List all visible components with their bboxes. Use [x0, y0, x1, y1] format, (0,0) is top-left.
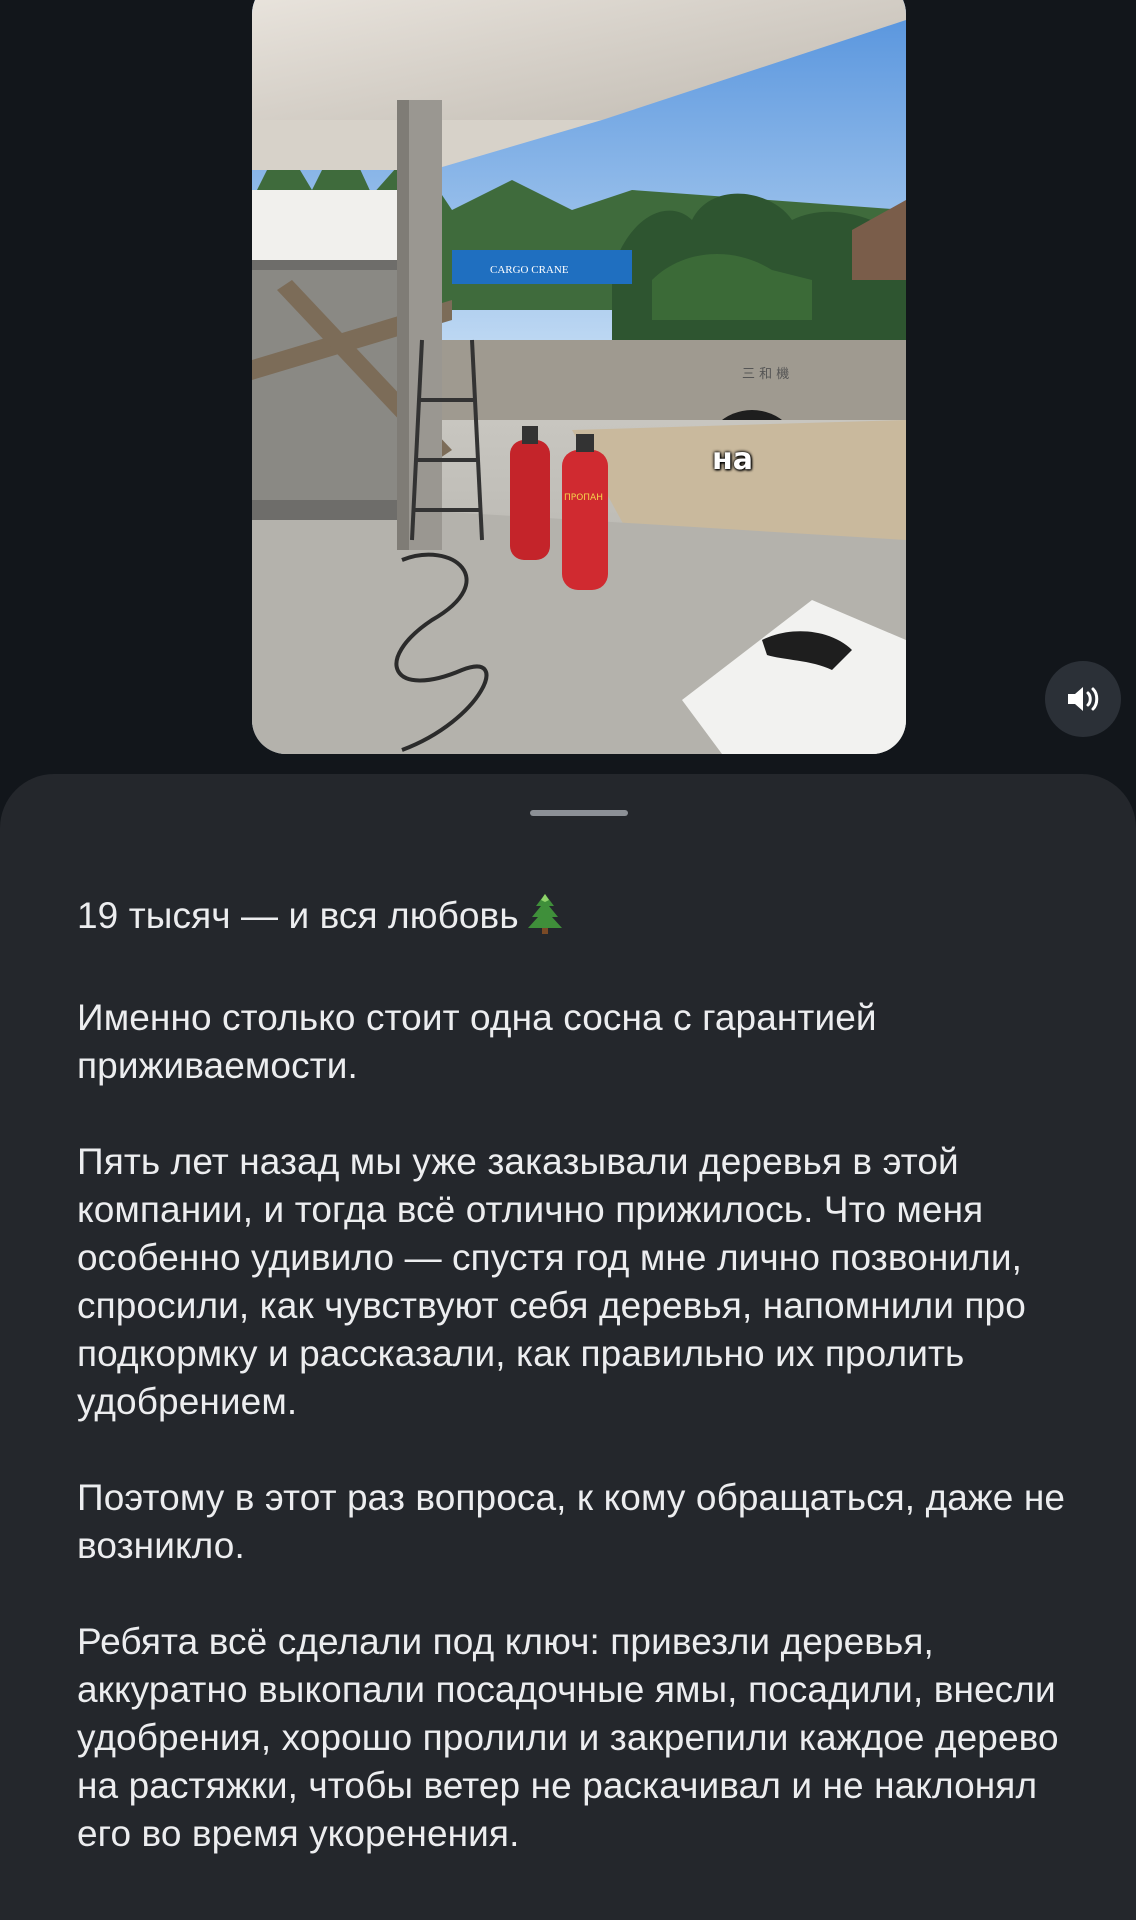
- truck-text: 三 和 機: [742, 367, 789, 382]
- post-description-sheet[interactable]: 19 тысяч — и вся любовь Именно столько с…: [0, 774, 1136, 1920]
- cylinder-label: ПРОПАН: [564, 493, 603, 503]
- video-scene-image: CARGO CRANE 三 和 機 ПРОПАН: [252, 0, 906, 754]
- speaker-volume-icon: [1068, 687, 1099, 711]
- video-caption: на: [712, 442, 753, 477]
- post-title: 19 тысяч — и вся любовь: [77, 892, 1087, 946]
- post-title-text: 19 тысяч — и вся любовь: [77, 895, 519, 936]
- post-paragraph: Поэтому в этот раз вопроса, к кому обращ…: [77, 1477, 1066, 1566]
- sound-toggle-button[interactable]: [1045, 661, 1121, 737]
- post-paragraph: Ребята всё сделали под ключ: привезли де…: [77, 1621, 1059, 1854]
- video-player[interactable]: CARGO CRANE 三 和 機 ПРОПАН на: [0, 0, 1136, 780]
- christmas-tree-icon: [525, 892, 565, 946]
- post-paragraph: Именно столько стоит одна сосна с гарант…: [77, 997, 877, 1086]
- post-text: 19 тысяч — и вся любовь Именно столько с…: [77, 892, 1087, 1906]
- sheet-drag-handle[interactable]: [530, 810, 628, 816]
- post-paragraph: Пять лет назад мы уже заказывали деревья…: [77, 1141, 1026, 1422]
- video-frame[interactable]: CARGO CRANE 三 和 機 ПРОПАН на: [252, 0, 906, 754]
- sign-text: CARGO CRANE: [490, 264, 569, 276]
